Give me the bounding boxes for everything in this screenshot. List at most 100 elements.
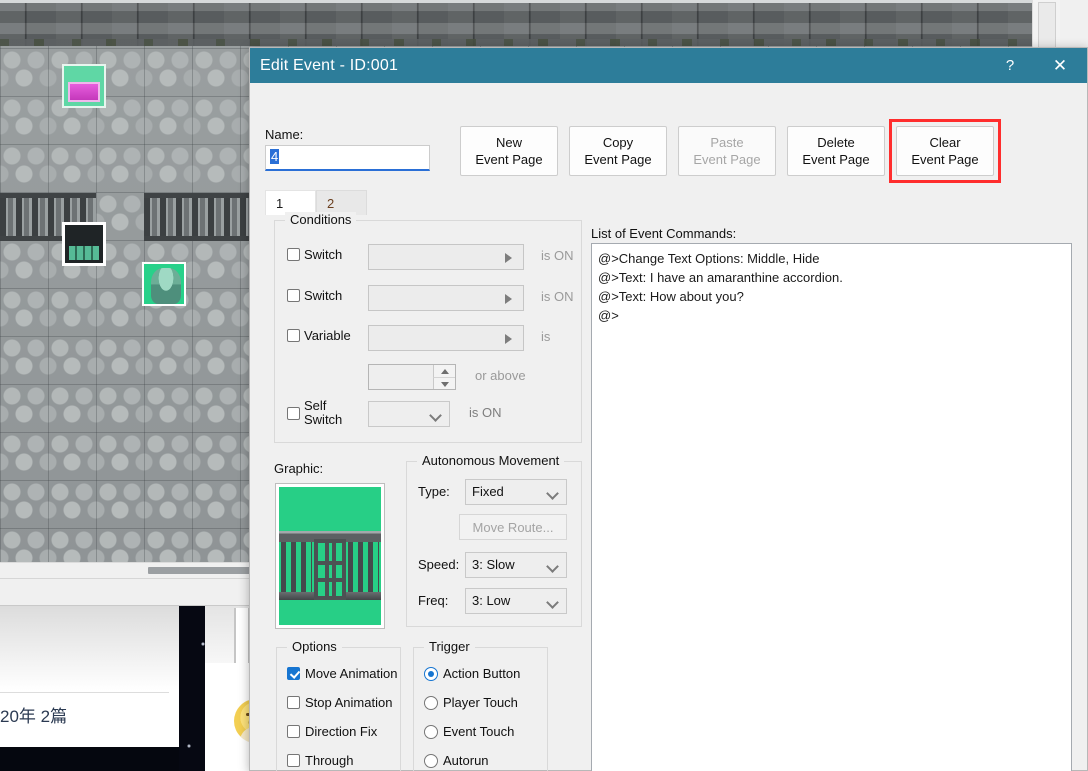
switch-1-checkbox[interactable]: [287, 248, 300, 261]
option-direction-fix[interactable]: Direction Fix: [287, 724, 377, 739]
copy-event-page-button[interactable]: Copy Event Page: [569, 126, 667, 176]
map-horizontal-scroll-thumb[interactable]: [148, 567, 256, 574]
trigger-player-touch[interactable]: Player Touch: [424, 695, 518, 710]
self-switch-combo[interactable]: [368, 401, 450, 427]
event-touch-radio[interactable]: [424, 724, 438, 739]
wall-moss: [0, 39, 1060, 46]
browser-page-card: 20年 2篇: [0, 606, 179, 747]
chevron-down-icon: [429, 409, 442, 422]
help-icon[interactable]: ?: [987, 48, 1033, 83]
trigger-action-button[interactable]: Action Button: [424, 666, 520, 681]
action-button-label: Action Button: [443, 666, 521, 681]
movement-freq-combo[interactable]: 3: Low: [465, 588, 567, 614]
option-stop-animation[interactable]: Stop Animation: [287, 695, 392, 710]
autonomous-movement-legend: Autonomous Movement: [417, 453, 565, 468]
variable-suffix: is: [541, 329, 551, 344]
new-event-page-wrap: New Event Page: [460, 126, 558, 176]
variable-value-stepper[interactable]: [368, 364, 456, 390]
stop-animation-label: Stop Animation: [305, 695, 393, 710]
delete-event-page-line1: Delete: [817, 135, 855, 150]
event-command-line[interactable]: @>Change Text Options: Middle, Hide: [598, 249, 1065, 268]
paste-event-page-line2: Event Page: [693, 152, 761, 167]
clear-event-page-button[interactable]: Clear Event Page: [896, 126, 994, 176]
switch-1-select[interactable]: [368, 244, 524, 270]
options-group: Options Move Animation Stop Animation Di…: [276, 639, 401, 771]
map-wall-band: [0, 0, 1060, 46]
options-legend: Options: [287, 639, 342, 654]
option-move-animation[interactable]: Move Animation: [287, 666, 398, 681]
movement-type-value: Fixed: [472, 484, 504, 499]
clear-event-page-highlight: Clear Event Page: [889, 119, 1001, 183]
sprite-door-bar-v1: [324, 543, 329, 597]
move-animation-checkbox[interactable]: [287, 667, 300, 680]
stepper-down-icon[interactable]: [433, 376, 455, 389]
name-input-value: 4: [270, 149, 280, 164]
trigger-group: Trigger Action Button Player Touch Event…: [413, 639, 548, 771]
event-command-line[interactable]: @>Text: How about you?: [598, 287, 1065, 306]
switch-1-suffix: is ON: [541, 248, 574, 263]
chevron-down-icon: [546, 560, 559, 573]
stepper-up-icon[interactable]: [433, 365, 455, 377]
browser-text: 20年 2篇: [0, 707, 68, 726]
delete-event-page-line2: Event Page: [802, 152, 870, 167]
paste-event-page-wrap: Paste Event Page: [678, 126, 776, 176]
event-page-toolbar: New Event Page Copy Event Page Paste Eve…: [460, 119, 1001, 183]
stop-animation-checkbox[interactable]: [287, 696, 300, 709]
direction-fix-label: Direction Fix: [305, 724, 378, 739]
switch-2-label: Switch: [304, 288, 343, 303]
variable-select[interactable]: [368, 325, 524, 351]
browser-bottom-strip: [0, 747, 179, 771]
movement-speed-combo[interactable]: 3: Slow: [465, 552, 567, 578]
autonomous-movement-group: Autonomous Movement Type: Fixed Move Rou…: [406, 453, 582, 627]
event-command-line[interactable]: @>Text: I have an amaranthine accordion.: [598, 268, 1065, 287]
delete-event-page-wrap: Delete Event Page: [787, 126, 885, 176]
map-event-npc[interactable]: [142, 262, 186, 306]
dialog-titlebar[interactable]: Edit Event - ID:001 ? ✕: [250, 48, 1087, 83]
name-input[interactable]: 4: [265, 145, 430, 171]
event-command-line[interactable]: @>: [598, 306, 1065, 325]
option-through[interactable]: Through: [287, 753, 353, 768]
event-commands-label: List of Event Commands:: [591, 226, 737, 241]
self-switch-label: Self Switch: [304, 399, 342, 427]
sprite-bars-right: [348, 542, 379, 595]
new-event-page-button[interactable]: New Event Page: [460, 126, 558, 176]
player-touch-radio[interactable]: [424, 695, 438, 710]
close-icon[interactable]: ✕: [1033, 48, 1087, 83]
movement-speed-label: Speed:: [418, 557, 460, 572]
copy-event-page-line1: Copy: [602, 135, 634, 150]
switch-1-label: Switch: [304, 247, 343, 262]
movement-speed-value: 3: Slow: [472, 557, 515, 572]
autorun-radio[interactable]: [424, 753, 438, 768]
paste-event-page-line1: Paste: [710, 135, 744, 150]
condition-row-self-switch: Self Switch: [287, 399, 342, 427]
sprite-door-bar-v2: [332, 543, 337, 597]
delete-event-page-button[interactable]: Delete Event Page: [787, 126, 885, 176]
switch-2-select[interactable]: [368, 285, 524, 311]
switch-2-checkbox[interactable]: [287, 289, 300, 302]
clear-event-page-line1: Clear: [929, 135, 961, 150]
switch-2-suffix: is ON: [541, 289, 574, 304]
condition-row-switch-1: Switch: [287, 247, 342, 262]
event-commands-list[interactable]: @>Change Text Options: Middle, Hide @>Te…: [591, 243, 1072, 771]
edit-event-dialog: Edit Event - ID:001 ? ✕ Name: 4 New Even…: [249, 47, 1088, 771]
map-event-chest[interactable]: [62, 64, 106, 108]
trigger-event-touch[interactable]: Event Touch: [424, 724, 514, 739]
trigger-autorun[interactable]: Autorun: [424, 753, 489, 768]
self-switch-checkbox[interactable]: [287, 406, 300, 420]
movement-type-combo[interactable]: Fixed: [465, 479, 567, 505]
conditions-group: Conditions Switch is ON Switch is ON Var…: [274, 212, 582, 443]
action-button-radio[interactable]: [424, 666, 438, 681]
move-animation-label: Move Animation: [305, 666, 398, 681]
stepper-buttons: [433, 365, 455, 389]
graphic-sprite: [279, 487, 381, 625]
wall-top-edge: [0, 0, 1060, 3]
sprite-door-bar-h1: [317, 560, 343, 565]
graphic-preview[interactable]: [275, 483, 385, 629]
direction-fix-checkbox[interactable]: [287, 725, 300, 738]
self-switch-suffix: is ON: [469, 405, 502, 420]
clear-event-page-line2: Event Page: [911, 152, 979, 167]
map-event-door[interactable]: [62, 222, 106, 266]
through-checkbox[interactable]: [287, 754, 300, 767]
movement-freq-label: Freq:: [418, 593, 449, 608]
variable-checkbox[interactable]: [287, 329, 300, 342]
